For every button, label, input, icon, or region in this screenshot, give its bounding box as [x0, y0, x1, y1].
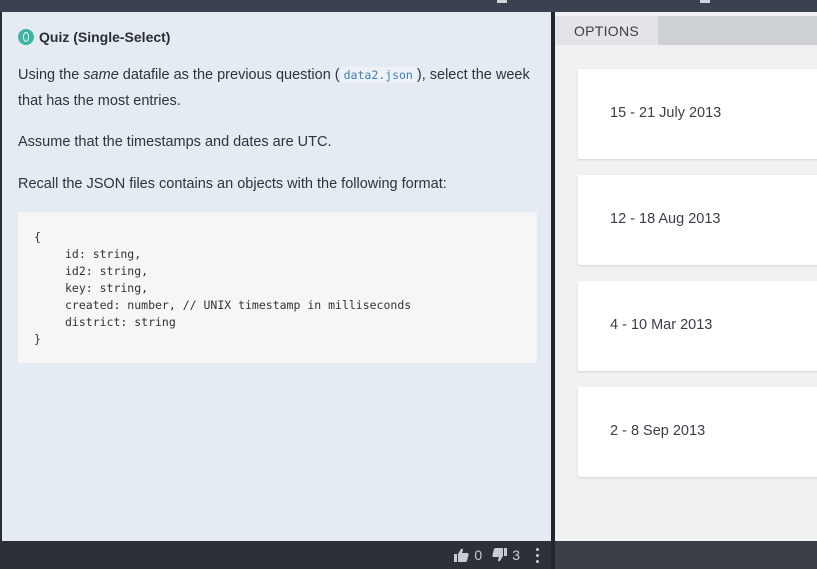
options-footer: [555, 541, 817, 569]
option-card[interactable]: 12 - 18 Aug 2013: [578, 175, 817, 265]
kebab-menu-icon[interactable]: [536, 547, 539, 563]
code-line: {: [34, 230, 41, 244]
question-panel: Quiz (Single-Select) Using the same data…: [2, 12, 551, 541]
file-name-code: data2.json: [339, 67, 417, 83]
upvote-count: 0: [474, 547, 483, 563]
option-label: 2 - 8 Sep 2013: [610, 423, 706, 439]
code-line: district: string: [65, 315, 176, 329]
option-label: 15 - 21 July 2013: [610, 105, 722, 121]
vote-area: 0 3: [454, 541, 539, 569]
option-label: 4 - 10 Mar 2013: [610, 317, 713, 333]
question-paragraph-3: Recall the JSON files contains an object…: [18, 176, 447, 192]
option-card[interactable]: 2 - 8 Sep 2013: [578, 387, 817, 477]
tab-bar-filler: [658, 16, 817, 45]
quiz-header: Quiz (Single-Select): [18, 28, 170, 46]
thumbs-down-icon: [492, 548, 508, 562]
option-card[interactable]: 4 - 10 Mar 2013: [578, 281, 817, 371]
json-format-code-block: { id: string, id2: string, key: string, …: [18, 212, 537, 363]
code-line: id: string,: [65, 247, 142, 261]
downvote-button[interactable]: 3: [492, 547, 520, 563]
question-emphasis: same: [83, 67, 119, 83]
top-bar: [0, 0, 817, 12]
options-panel: OPTIONS 15 - 21 July 2013 12 - 18 Aug 20…: [555, 12, 817, 541]
quiz-title: Quiz (Single-Select): [39, 29, 171, 45]
code-line: key: string,: [65, 281, 149, 295]
option-card[interactable]: 15 - 21 July 2013: [578, 69, 817, 159]
downvote-count: 3: [512, 547, 520, 563]
upvote-button[interactable]: 0: [454, 547, 482, 563]
top-bar-marker: [497, 0, 507, 3]
quiz-icon: [18, 29, 34, 45]
question-paragraph-1: Using the same datafile as the previous …: [18, 62, 533, 114]
question-paragraph-2: Assume that the timestamps and dates are…: [18, 134, 332, 150]
question-text: Using the: [18, 67, 84, 83]
code-line: id2: string,: [65, 264, 149, 278]
question-footer: 0 3: [0, 541, 551, 569]
question-text: datafile as the previous question (: [118, 67, 340, 83]
code-line: created: number, // UNIX timestamp in mi…: [65, 298, 412, 312]
option-label: 12 - 18 Aug 2013: [610, 211, 721, 227]
tab-options[interactable]: OPTIONS: [555, 16, 658, 45]
code-line: }: [34, 332, 41, 346]
top-bar-marker: [700, 0, 710, 3]
thumbs-up-icon: [454, 548, 470, 562]
